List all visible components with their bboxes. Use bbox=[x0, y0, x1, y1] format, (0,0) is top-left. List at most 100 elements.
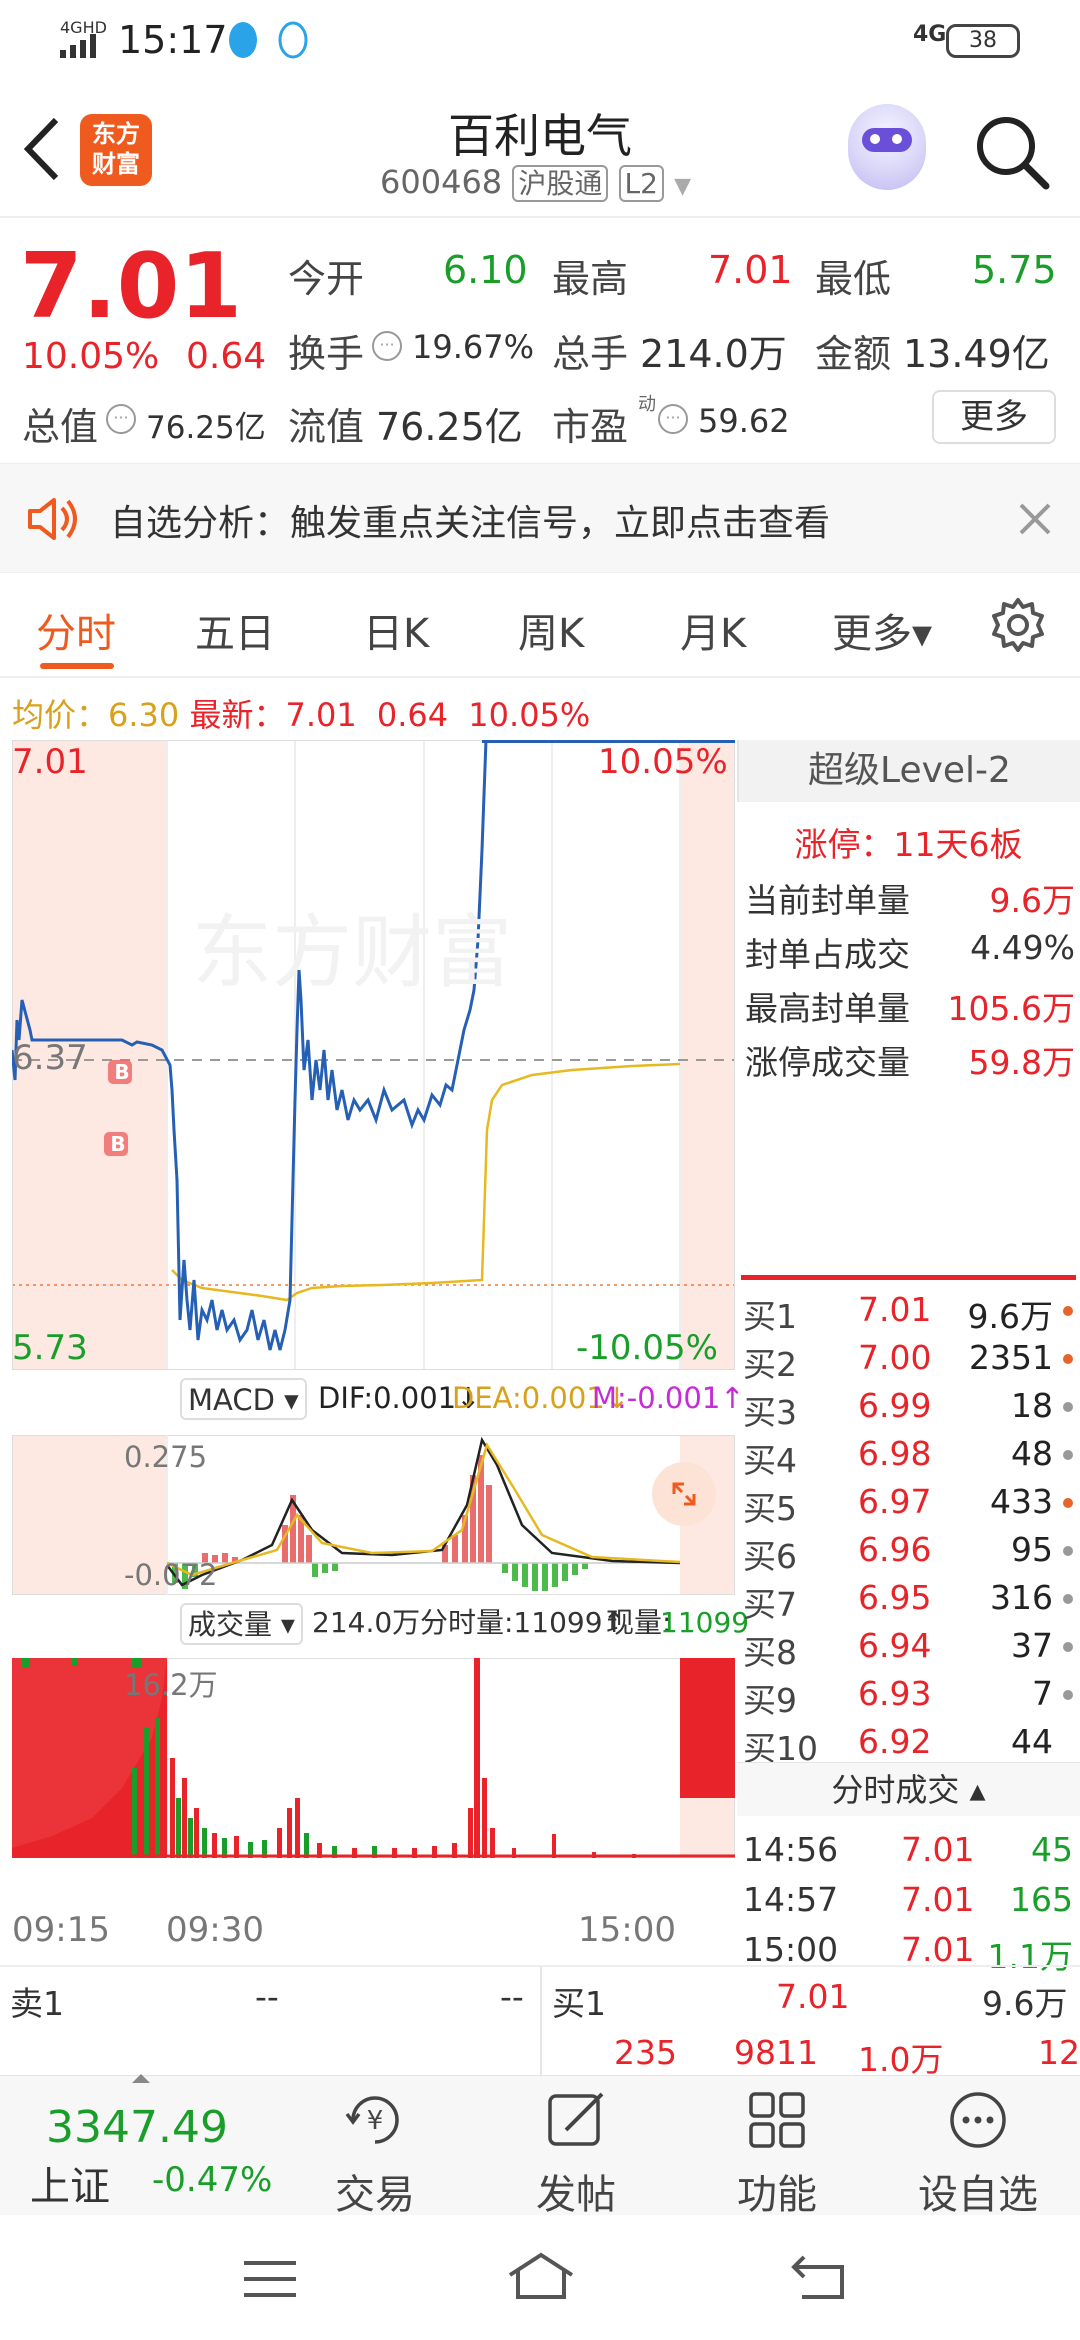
info-circle-icon[interactable]: ··· bbox=[106, 404, 136, 434]
tab-five-day[interactable]: 五日 bbox=[195, 601, 275, 659]
level-tag: L2 bbox=[618, 165, 664, 202]
chevron-down-icon[interactable]: ▼ bbox=[674, 174, 691, 199]
menu-icon[interactable] bbox=[240, 2257, 300, 2301]
grid-icon bbox=[749, 2092, 805, 2148]
change-pct: 10.05% bbox=[22, 336, 160, 377]
volume-panel[interactable] bbox=[12, 1658, 735, 1858]
nav-trade-label: 交易 bbox=[335, 2172, 415, 2218]
expand-arrows bbox=[672, 1482, 696, 1506]
latest-label: 最新： bbox=[189, 696, 286, 734]
macd-axis-top: 0.275 bbox=[124, 1440, 208, 1474]
info-circle-icon[interactable]: ··· bbox=[372, 331, 402, 361]
tick-price: 7.01 bbox=[901, 1930, 975, 1969]
nav-add-watchlist[interactable]: 设自选 bbox=[898, 2088, 1058, 2220]
bid-qty: 9.6万 bbox=[982, 1984, 1068, 2023]
info-circle-icon[interactable]: ··· bbox=[658, 404, 688, 434]
bid-price: 6.98 bbox=[858, 1434, 932, 1473]
mktcap-value: 76.25亿 bbox=[146, 410, 266, 446]
stock-header: 东方 财富 百利电气 600468 沪股通 L2 ▼ bbox=[0, 86, 1080, 218]
time-axis-open: 09:30 bbox=[166, 1910, 264, 1950]
volume-now: 11099 bbox=[660, 1606, 750, 1639]
index-change[interactable]: -0.47% bbox=[152, 2160, 272, 2200]
bid-dot bbox=[1063, 1306, 1073, 1316]
macd-select[interactable]: MACD ▾ bbox=[180, 1378, 307, 1420]
bid-dot bbox=[1063, 1690, 1073, 1700]
nav-functions[interactable]: 功能 bbox=[697, 2088, 857, 2220]
volume-header: 成交量 ▾ 214.0万 分时量:11099↑ 现量: 11099 bbox=[0, 1595, 749, 1653]
more-button[interactable]: 更多 bbox=[932, 390, 1056, 444]
nav-functions-label: 功能 bbox=[737, 2172, 817, 2218]
stock-code: 600468 bbox=[380, 163, 503, 201]
volume-value: 214.0万 bbox=[640, 332, 787, 376]
limit-up-info: 涨停：11天6板 bbox=[737, 818, 1080, 866]
svg-text:¥: ¥ bbox=[367, 2106, 384, 2136]
back-icon[interactable] bbox=[790, 2253, 850, 2301]
ticks-header[interactable]: 分时成交 ▴ bbox=[737, 1762, 1080, 1816]
nav-post-label: 发帖 bbox=[536, 2172, 616, 2218]
bid-qty: 37 bbox=[1011, 1626, 1053, 1665]
tab-monthly-k[interactable]: 月K bbox=[680, 601, 746, 659]
tab-weekly-k[interactable]: 周K bbox=[518, 601, 584, 659]
ask-price: -- bbox=[255, 1977, 279, 2016]
queue-num-1: 235 bbox=[614, 2033, 677, 2072]
bid-row: 买6 6.96 95 bbox=[743, 1530, 1073, 1578]
pe-value: 59.62 bbox=[698, 402, 790, 440]
bid-qty: 7 bbox=[1032, 1674, 1053, 1713]
l2-stat-row: 封单占成交 4.49% bbox=[745, 928, 1075, 976]
high-label: 最高 bbox=[552, 257, 629, 301]
macd-axis-bottom: -0.072 bbox=[124, 1558, 218, 1592]
nav-trade[interactable]: ¥ 交易 bbox=[295, 2088, 455, 2220]
level2-title[interactable]: 超级Level-2 bbox=[737, 740, 1080, 802]
system-nav-bar bbox=[0, 2215, 1080, 2340]
mktcap-label: 总值 bbox=[22, 405, 99, 449]
chart-tabs: 分时 五日 日K 周K 月K 更多▾ bbox=[0, 573, 1080, 678]
tick-row: 14:56 7.01 45 bbox=[743, 1830, 1073, 1878]
index-value[interactable]: 3347.49 bbox=[46, 2102, 228, 2153]
collapse-caret-icon[interactable] bbox=[132, 2074, 150, 2083]
home-icon[interactable] bbox=[506, 2251, 576, 2301]
low-value: 5.75 bbox=[972, 248, 1057, 292]
search-icon[interactable] bbox=[974, 114, 1050, 190]
l2-stat-row: 当前封单量 9.6万 bbox=[745, 874, 1075, 922]
amount-value: 13.49亿 bbox=[903, 332, 1050, 376]
price-panel[interactable]: 东方财富 bbox=[12, 740, 735, 1370]
pe-label: 市盈 bbox=[552, 405, 629, 449]
bid-qty: 2351 bbox=[969, 1338, 1053, 1377]
tab-intraday[interactable]: 分时 bbox=[36, 601, 116, 659]
time-axis-end: 15:00 bbox=[578, 1910, 676, 1950]
bid-label: 买4 bbox=[743, 1441, 797, 1480]
volume-select[interactable]: 成交量 ▾ bbox=[180, 1603, 303, 1645]
bid-list[interactable]: 买1 7.01 9.6万 买2 7.00 2351 买3 6.99 18 买4 6.98 48 … bbox=[737, 1290, 1080, 1780]
gear-icon[interactable] bbox=[990, 597, 1046, 653]
intraday-chart[interactable]: 东方财富 7.01 6.37 5.73 10.05% -10.05% B B M… bbox=[0, 740, 749, 1965]
l2-stat-row: 最高封单量 105.6万 bbox=[745, 982, 1075, 1030]
pct-axis-top: 10.05% bbox=[598, 742, 728, 782]
index-name[interactable]: 上证 bbox=[30, 2154, 110, 2212]
nav-post[interactable]: 发帖 bbox=[496, 2088, 656, 2220]
bid-qty: 48 bbox=[1011, 1434, 1053, 1473]
stat-label: 最高封单量 bbox=[745, 989, 910, 1028]
tab-more[interactable]: 更多▾ bbox=[832, 601, 932, 659]
bid-price: 6.97 bbox=[858, 1482, 932, 1521]
change-amount: 0.64 bbox=[186, 336, 267, 377]
stat-value: 4.49% bbox=[970, 928, 1075, 967]
notice-bar[interactable]: 自选分析：触发重点关注信号，立即点击查看 bbox=[0, 463, 1080, 573]
close-icon[interactable] bbox=[1018, 502, 1052, 536]
qq-icon bbox=[229, 22, 257, 58]
macd-header: MACD ▾ DIF:0.001↓ DEA:0.001↓ M:-0.001↑ bbox=[0, 1370, 745, 1428]
macd-panel[interactable] bbox=[12, 1435, 735, 1595]
level2-panel: 超级Level-2 涨停：11天6板 当前封单量 9.6万 封单占成交 4.49% … bbox=[737, 740, 1080, 1976]
expand-icon[interactable] bbox=[652, 1462, 716, 1526]
book-divider bbox=[540, 1967, 542, 2077]
stat-value: 59.8万 bbox=[968, 1043, 1075, 1082]
buy-marker-label-1: B bbox=[114, 1060, 130, 1084]
pe-dynamic-sup: 动 bbox=[638, 394, 656, 415]
bid-price: 6.92 bbox=[858, 1722, 932, 1761]
volume-period: 分时量:11099↑ bbox=[420, 1606, 626, 1639]
ask-label: 卖1 bbox=[10, 1984, 64, 2023]
notice-text[interactable]: 自选分析：触发重点关注信号，立即点击查看 bbox=[110, 494, 830, 546]
bid-price: 6.95 bbox=[858, 1578, 932, 1617]
tick-time: 14:56 bbox=[743, 1830, 839, 1869]
tab-daily-k[interactable]: 日K bbox=[363, 601, 429, 659]
robot-assistant-icon[interactable] bbox=[848, 104, 926, 190]
